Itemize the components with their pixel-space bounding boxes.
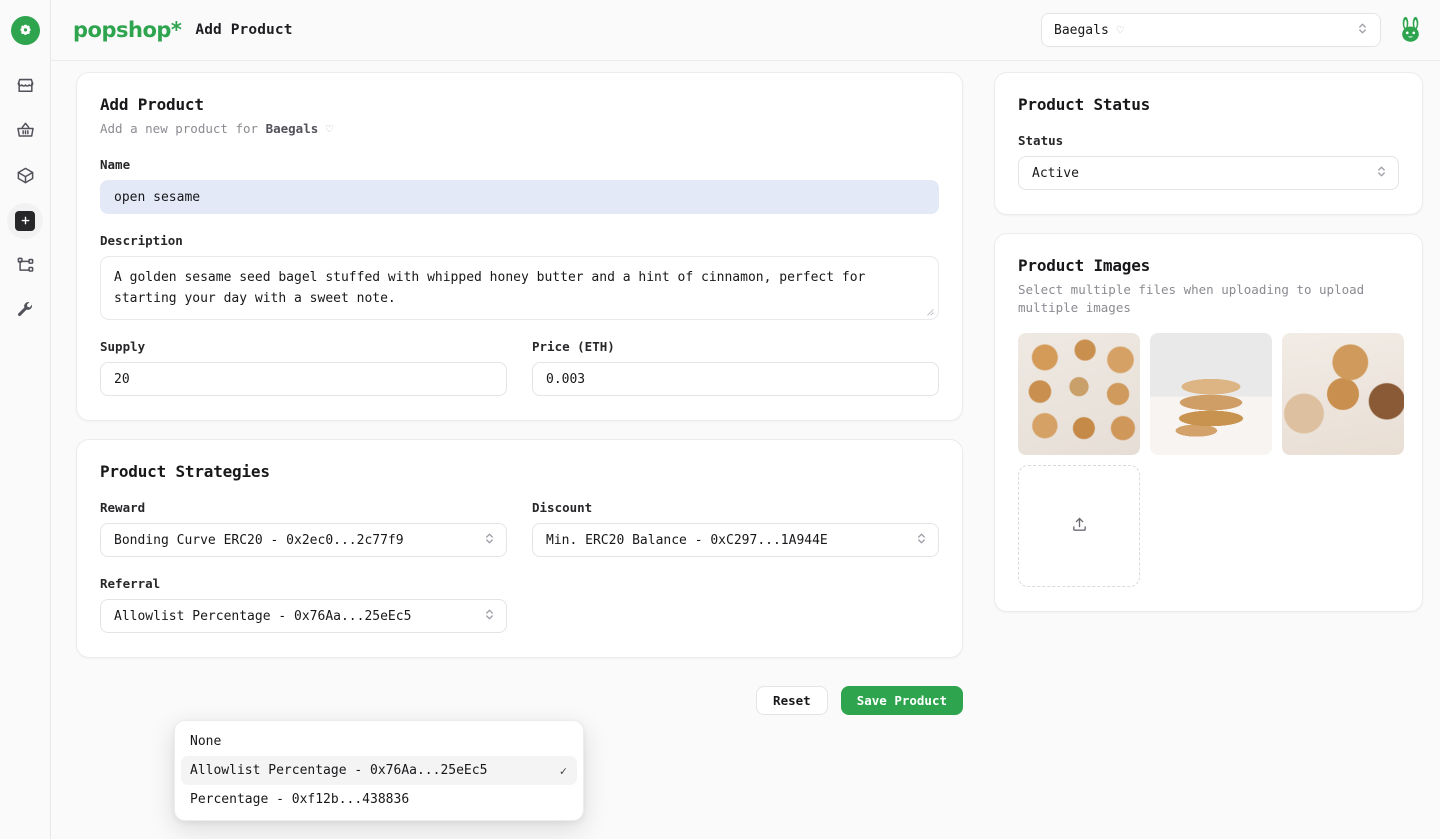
- supply-price-row: Supply 20 Price (ETH) 0.003: [100, 339, 939, 397]
- discount-select[interactable]: Min. ERC20 Balance - 0xC297...1A944E: [532, 523, 939, 558]
- referral-select-value: Allowlist Percentage - 0x76Aa...25eEc5: [114, 608, 412, 624]
- status-label: Status: [1018, 133, 1064, 148]
- wrench-icon: [16, 301, 35, 320]
- description-textarea[interactable]: A golden sesame seed bagel stuffed with …: [100, 256, 939, 321]
- content-area: Add Product Add a new product for Baegal…: [51, 61, 1440, 839]
- sidebar-item-add-product[interactable]: [3, 198, 47, 243]
- subtitle-shop-name: Baegals: [265, 121, 319, 136]
- reward-select[interactable]: Bonding Curve ERC20 - 0x2ec0...2c77f9: [100, 523, 507, 558]
- chevron-updown-icon: [916, 532, 927, 549]
- referral-select[interactable]: Allowlist Percentage - 0x76Aa...25eEc5: [100, 599, 507, 634]
- product-status-card: Product Status Status Active: [994, 72, 1423, 215]
- left-column: Add Product Add a new product for Baegal…: [76, 72, 963, 821]
- product-image-thumbnail[interactable]: [1018, 333, 1140, 456]
- sidebar: [0, 0, 51, 839]
- plus-icon: [15, 210, 35, 231]
- referral-row-spacer: [532, 576, 939, 633]
- heart-icon: ♡: [325, 122, 334, 136]
- sidebar-item-settings[interactable]: [3, 288, 47, 333]
- referral-option-percentage[interactable]: Percentage - 0xf12b...438836: [181, 785, 577, 814]
- price-input[interactable]: 0.003: [532, 362, 939, 397]
- referral-field-group: Referral Allowlist Percentage - 0x76Aa..…: [100, 576, 507, 634]
- referral-option-label: Allowlist Percentage - 0x76Aa...25eEc5: [190, 763, 488, 778]
- package-icon: [16, 166, 35, 185]
- subtitle-prefix: Add a new product for: [100, 121, 266, 136]
- referral-option-label: None: [190, 734, 222, 749]
- referral-row: Referral Allowlist Percentage - 0x76Aa..…: [100, 576, 939, 634]
- supply-field-group: Supply 20: [100, 339, 507, 397]
- form-actions: Reset Save Product: [76, 676, 963, 716]
- supply-label: Supply: [100, 339, 146, 355]
- status-field-group: Status Active: [1018, 133, 1399, 190]
- heart-icon: ♡: [1116, 22, 1124, 37]
- add-product-card-subtitle: Add a new product for Baegals ♡: [100, 120, 939, 138]
- product-image-thumbnail[interactable]: [1282, 333, 1404, 456]
- product-images-card: Product Images Select multiple files whe…: [994, 233, 1423, 613]
- brand-wordmark: popshop*: [73, 18, 182, 42]
- price-label: Price (ETH): [532, 339, 615, 355]
- discount-select-value: Min. ERC20 Balance - 0xC297...1A944E: [546, 532, 828, 548]
- discount-field-group: Discount Min. ERC20 Balance - 0xC297...1…: [532, 500, 939, 558]
- resize-handle-icon[interactable]: [925, 307, 935, 317]
- shop-selector[interactable]: Baegals ♡: [1041, 13, 1381, 47]
- reward-select-value: Bonding Curve ERC20 - 0x2ec0...2c77f9: [114, 532, 404, 548]
- add-product-card: Add Product Add a new product for Baegal…: [76, 72, 963, 422]
- check-icon: ✓: [559, 763, 567, 778]
- name-field-group: Name open sesame: [100, 157, 939, 215]
- product-images-card-subtitle: Select multiple files when uploading to …: [1018, 282, 1365, 316]
- hierarchy-icon: [16, 256, 35, 275]
- sidebar-logo[interactable]: [10, 0, 40, 61]
- product-image-thumbnail[interactable]: [1150, 333, 1272, 456]
- app-root: popshop* Add Product Baegals ♡ Add Produ…: [0, 0, 1440, 839]
- product-status-card-title: Product Status: [1018, 95, 1151, 114]
- status-select[interactable]: Active: [1018, 156, 1399, 190]
- product-images-card-title: Product Images: [1018, 256, 1151, 275]
- status-select-value: Active: [1032, 165, 1079, 181]
- chevron-updown-icon: [484, 608, 495, 625]
- referral-label: Referral: [100, 576, 161, 592]
- referral-dropdown-menu: None Allowlist Percentage - 0x76Aa...25e…: [174, 720, 584, 821]
- reward-field-group: Reward Bonding Curve ERC20 - 0x2ec0...2c…: [100, 500, 507, 558]
- reward-label: Reward: [100, 500, 146, 516]
- upload-icon: [1071, 516, 1088, 537]
- image-upload-dropzone[interactable]: [1018, 465, 1140, 588]
- description-field-group: Description A golden sesame seed bagel s…: [100, 233, 939, 321]
- main-area: popshop* Add Product Baegals ♡ Add Produ…: [51, 0, 1440, 839]
- sidebar-item-products[interactable]: [3, 153, 47, 198]
- sidebar-item-storefront[interactable]: [3, 63, 47, 108]
- referral-option-allowlist-percentage[interactable]: Allowlist Percentage - 0x76Aa...25eEc5 ✓: [181, 756, 577, 785]
- store-icon: [16, 76, 35, 95]
- product-image-grid: [1018, 333, 1404, 588]
- popshop-flower-logo-icon: [10, 16, 40, 45]
- referral-option-none[interactable]: None: [181, 727, 577, 756]
- name-input[interactable]: open sesame: [100, 180, 939, 215]
- reward-discount-row: Reward Bonding Curve ERC20 - 0x2ec0...2c…: [100, 500, 939, 558]
- sidebar-item-orders[interactable]: [3, 108, 47, 153]
- name-label: Name: [100, 157, 131, 173]
- shop-name: Baegals: [1054, 22, 1109, 38]
- strategies-card-title: Product Strategies: [100, 462, 270, 482]
- bunny-avatar-icon[interactable]: [1395, 15, 1425, 45]
- sidebar-item-strategies[interactable]: [3, 243, 47, 288]
- sidebar-nav: [3, 63, 47, 333]
- page-title: Add Product: [195, 22, 293, 38]
- right-column: Product Status Status Active Product Ima…: [994, 72, 1423, 613]
- reset-button[interactable]: Reset: [756, 686, 828, 716]
- product-strategies-card: Product Strategies Reward Bonding Curve …: [76, 439, 963, 659]
- add-product-card-title: Add Product: [100, 95, 204, 114]
- basket-icon: [16, 121, 35, 140]
- topbar: popshop* Add Product Baegals ♡: [51, 0, 1440, 61]
- shop-selector-value: Baegals ♡: [1054, 23, 1357, 38]
- supply-input[interactable]: 20: [100, 362, 507, 397]
- chevron-updown-icon: [1376, 165, 1387, 182]
- referral-option-label: Percentage - 0xf12b...438836: [190, 792, 410, 807]
- description-label: Description: [100, 233, 183, 249]
- chevron-updown-icon: [484, 532, 495, 549]
- discount-label: Discount: [532, 500, 593, 516]
- save-product-button[interactable]: Save Product: [840, 686, 963, 716]
- description-text: A golden sesame seed bagel stuffed with …: [114, 270, 866, 307]
- chevron-updown-icon: [1357, 22, 1368, 39]
- price-field-group: Price (ETH) 0.003: [532, 339, 939, 397]
